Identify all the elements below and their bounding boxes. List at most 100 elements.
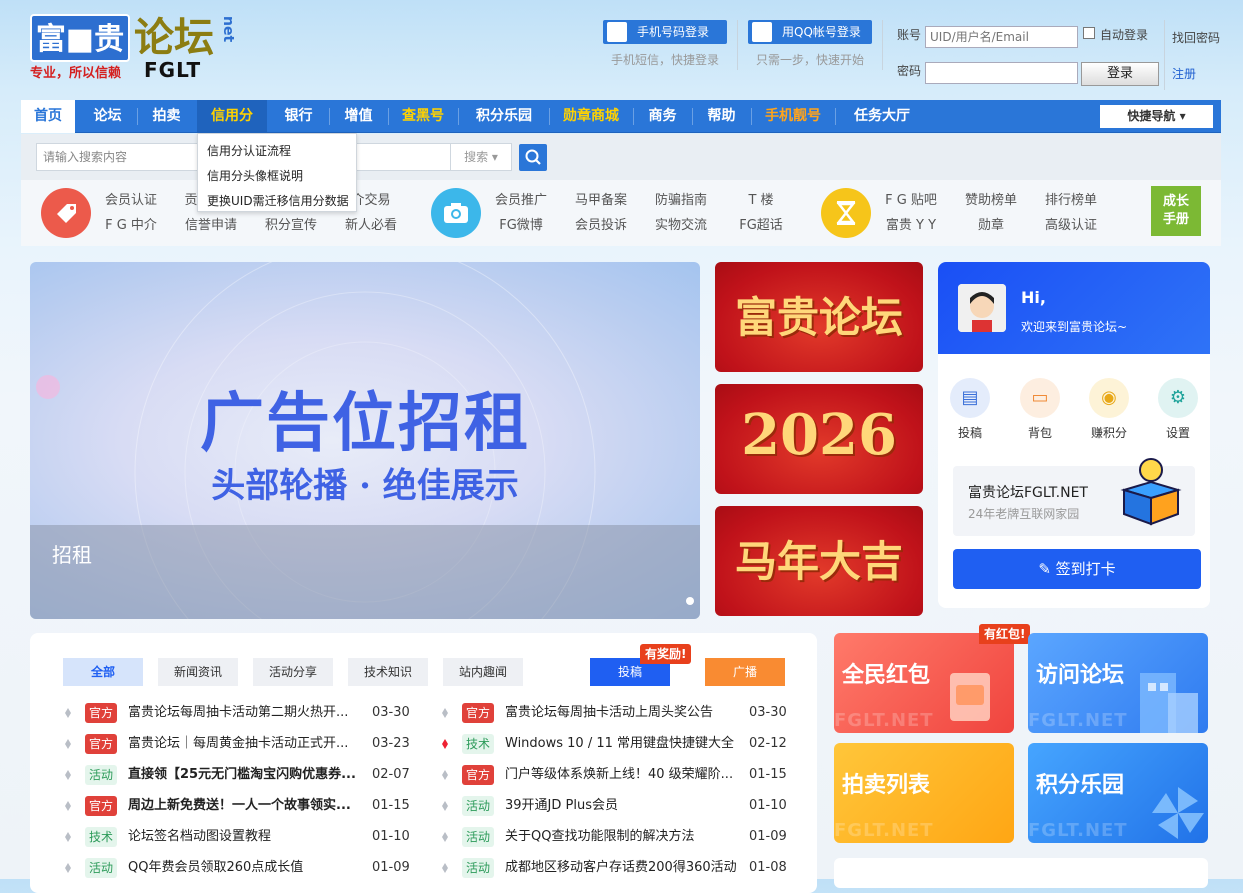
news-title[interactable]: 关于QQ查找功能限制的解决方法	[505, 827, 744, 847]
nav-medal-mall[interactable]: 勋章商城	[551, 100, 631, 133]
settings-action[interactable]: ⚙ 设置	[1148, 378, 1208, 441]
points-park-tile[interactable]: 积分乐园 FGLT.NET	[1028, 743, 1208, 843]
nav-phone-numbers[interactable]: 手机靓号	[753, 100, 833, 133]
news-title[interactable]: Windows 10 / 11 常用键盘快捷键大全	[505, 734, 744, 754]
news-row[interactable]: 官方 门户等级体系焕新上线！40 级荣耀阶... 01-15	[442, 765, 789, 785]
register-link[interactable]: 注册	[1172, 65, 1196, 82]
news-title[interactable]: 门户等级体系焕新上线！40 级荣耀阶...	[505, 765, 744, 785]
quicklink[interactable]: 会员投诉	[561, 214, 641, 233]
quicklink[interactable]: 马甲备案	[561, 189, 641, 208]
nav-blacklist[interactable]: 查黑号	[390, 100, 456, 133]
nav-value-added[interactable]: 增值	[331, 100, 386, 133]
auction-list-tile[interactable]: 拍卖列表 FGLT.NET	[834, 743, 1014, 843]
nav-auction[interactable]: 拍卖	[139, 100, 194, 133]
account-input[interactable]	[925, 26, 1078, 48]
auto-login-checkbox[interactable]	[1083, 27, 1095, 39]
nav-help[interactable]: 帮助	[694, 100, 749, 133]
news-title[interactable]: QQ年费会员领取260点成长值	[128, 858, 367, 878]
dropdown-item[interactable]: 信用分认证流程	[207, 142, 291, 159]
main-banner[interactable]: 广告位招租 头部轮播 · 绝佳展示 招租	[30, 262, 700, 619]
nav-task-hall[interactable]: 任务大厅	[837, 100, 927, 133]
site-logo[interactable]: 富■贵 论坛 net 专业，所以信赖 FGLT	[30, 14, 238, 82]
quicklink[interactable]: 赞助榜单	[951, 189, 1031, 208]
quicklink[interactable]: 新人必看	[331, 214, 411, 233]
news-title[interactable]: 成都地区移动客户存话费200得360活动	[505, 858, 744, 878]
news-row[interactable]: 活动 39开通JD Plus会员 01-10	[442, 796, 789, 816]
quicklink[interactable]: 会员推广	[481, 189, 561, 208]
nav-forum[interactable]: 论坛	[80, 100, 135, 133]
tab-news[interactable]: 新闻资讯	[158, 658, 238, 686]
login-button[interactable]: 登录	[1081, 62, 1159, 86]
news-title[interactable]: 富贵论坛每周抽卡活动上周头奖公告	[505, 703, 744, 723]
dropdown-item[interactable]: 更换UID需迁移信用分数据	[207, 192, 349, 209]
red-packet-tile[interactable]: 全民红包 FGLT.NET	[834, 633, 1014, 733]
dropdown-item[interactable]: 信用分头像框说明	[207, 167, 303, 184]
news-row[interactable]: 技术 Windows 10 / 11 常用键盘快捷键大全 02-12	[442, 734, 789, 754]
news-row[interactable]: 官方 富贵论坛｜每周黄金抽卡活动正式开... 03-23	[65, 734, 412, 754]
phone-login-button[interactable]: ▯ 手机号码登录	[603, 20, 727, 44]
growth-handbook-button[interactable]: 成长 手册	[1151, 186, 1201, 236]
quicklink[interactable]: FG超话	[721, 214, 801, 233]
nav-points-park[interactable]: 积分乐园	[460, 100, 548, 133]
news-title[interactable]: 直接领【25元无门槛淘宝闪购优惠券...	[128, 765, 367, 785]
tab-all[interactable]: 全部	[63, 658, 143, 686]
news-row[interactable]: 官方 周边上新免费送！一人一个故事领实... 01-15	[65, 796, 412, 816]
side-banner[interactable]: 富贵论坛	[715, 262, 923, 372]
nav-home[interactable]: 首页	[21, 100, 75, 133]
quicklink[interactable]: 信誉申请	[171, 214, 251, 233]
avatar[interactable]	[958, 284, 1006, 332]
quicklink[interactable]: 实物交流	[641, 214, 721, 233]
nav-bank[interactable]: 银行	[271, 100, 326, 133]
earn-points-action[interactable]: ◉ 赚积分	[1079, 378, 1139, 441]
quicklink[interactable]: FG微博	[481, 214, 561, 233]
tab-activities[interactable]: 活动分享	[253, 658, 333, 686]
quicklink[interactable]: 防骗指南	[641, 189, 721, 208]
carousel-dot[interactable]	[686, 597, 694, 605]
backpack-action[interactable]: ▭ 背包	[1010, 378, 1070, 441]
search-button[interactable]	[519, 144, 547, 171]
nav-business[interactable]: 商务	[635, 100, 690, 133]
tab-tech[interactable]: 技术知识	[348, 658, 428, 686]
side-banner[interactable]: 马年大吉	[715, 506, 923, 616]
quicklink[interactable]: 会员认证	[91, 189, 171, 208]
tab-fun[interactable]: 站内趣闻	[443, 658, 523, 686]
quicklink[interactable]: 勋章	[951, 214, 1031, 233]
news-title[interactable]: 富贵论坛每周抽卡活动第二期火热开...	[128, 703, 367, 723]
news-row[interactable]: 官方 富贵论坛每周抽卡活动第二期火热开... 03-30	[65, 703, 412, 723]
find-password-link[interactable]: 找回密码	[1172, 29, 1220, 46]
news-row[interactable]: 活动 直接领【25元无门槛淘宝闪购优惠券... 02-07	[65, 765, 412, 785]
news-title[interactable]: 富贵论坛｜每周黄金抽卡活动正式开...	[128, 734, 367, 754]
nav-credit[interactable]: 信用分	[197, 100, 267, 133]
news-title[interactable]: 周边上新免费送！一人一个故事领实...	[128, 796, 367, 816]
visit-forum-tile[interactable]: 访问论坛 FGLT.NET	[1028, 633, 1208, 733]
qq-login-button[interactable]: ☻ 用QQ帐号登录	[748, 20, 872, 44]
news-title[interactable]: 论坛签名档动图设置教程	[128, 827, 367, 847]
phone-icon: ▯	[607, 22, 627, 42]
side-banner[interactable]: 2026	[715, 384, 923, 494]
quicklink[interactable]: 富贵 Y Y	[871, 214, 951, 233]
news-row[interactable]: 活动 关于QQ查找功能限制的解决方法 01-09	[442, 827, 789, 847]
news-row[interactable]: 活动 成都地区移动客户存话费200得360活动 01-08	[442, 858, 789, 878]
broadcast-button[interactable]: 广播	[705, 658, 785, 686]
news-panel: 全部 新闻资讯 活动分享 技术知识 站内趣闻 投稿 有奖励! 广播 官方 富贵论坛…	[30, 633, 817, 893]
news-date: 03-23	[372, 736, 410, 751]
news-title[interactable]: 39开通JD Plus会员	[505, 796, 744, 816]
news-row[interactable]: 官方 富贵论坛每周抽卡活动上周头奖公告 03-30	[442, 703, 789, 723]
quick-nav-button[interactable]: 快捷导航 ▾	[1100, 105, 1213, 128]
password-input[interactable]	[925, 62, 1078, 84]
quicklink[interactable]: F G 中介	[91, 214, 171, 233]
news-row[interactable]: 技术 论坛签名档动图设置教程 01-10	[65, 827, 412, 847]
red-envelope-icon	[950, 673, 990, 721]
quicklink[interactable]: F G 贴吧	[871, 189, 951, 208]
quicklink[interactable]: 积分宣传	[251, 214, 331, 233]
quicklink[interactable]: 高级认证	[1031, 214, 1111, 233]
greeting: Hi,	[1021, 288, 1046, 307]
qq-login-label: 用QQ帐号登录	[782, 25, 861, 39]
quicklink[interactable]: T 楼	[721, 189, 801, 208]
search-type-select[interactable]: 搜索 ▾	[450, 143, 512, 171]
check-in-button[interactable]: ✎ 签到打卡	[953, 549, 1201, 589]
submit-post-action[interactable]: ▤ 投稿	[940, 378, 1000, 441]
quicklink[interactable]: 排行榜单	[1031, 189, 1111, 208]
promo-box[interactable]: 富贵论坛FGLT.NET 24年老牌互联网家园	[953, 458, 1195, 536]
news-row[interactable]: 活动 QQ年费会员领取260点成长值 01-09	[65, 858, 412, 878]
